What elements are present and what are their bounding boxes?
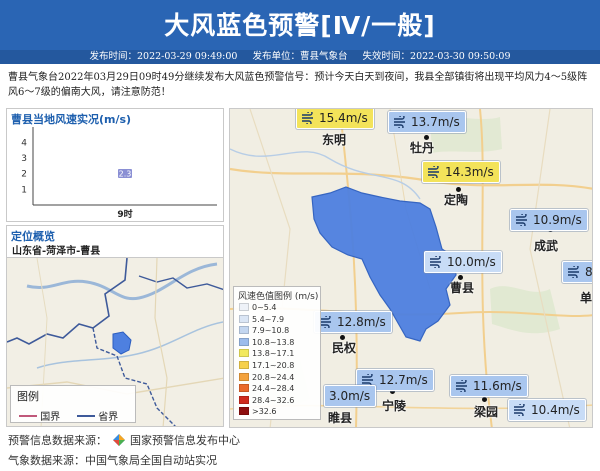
- wind-legend-row: 28.4~32.6: [239, 395, 295, 406]
- wind-legend-label: 7.9~10.8: [252, 326, 290, 336]
- wind-station-label[interactable]: 11.6m/s: [450, 375, 528, 397]
- wind-legend-row: 7.9~10.8: [239, 326, 289, 336]
- city-label-liangyuan: 梁园: [474, 405, 499, 419]
- wind-legend-swatch: [239, 349, 249, 358]
- warning-source-label: 预警信息数据来源：: [8, 434, 107, 447]
- wind-legend-label: 17.1~20.8: [252, 361, 295, 370]
- warning-description: 曹县气象台2022年03月29日09时49分继续发布大风蓝色预警信号：预计今天白…: [8, 72, 588, 98]
- warning-source: 预警信息数据来源： 国家预警信息发布中心: [8, 432, 240, 448]
- wind-legend-swatch: [239, 361, 249, 369]
- wind-station-label[interactable]: 12.8m/s: [314, 311, 392, 333]
- wind-station-label[interactable]: 8: [562, 261, 592, 283]
- wind-legend-label: 0~5.4: [252, 303, 277, 312]
- legend-item-label: 国界: [40, 412, 61, 423]
- warning-banner: 大风蓝色预警[Ⅳ/一般] 发布时间：2022-03-29 09:49:00 发布…: [0, 0, 600, 64]
- warning-meta-bar: 发布时间：2022-03-29 09:49:00 发布单位：曹县气象台 失效时间…: [0, 50, 600, 64]
- wind-legend-row: 20.8~24.4: [239, 372, 295, 383]
- wind-legend-label: 5.4~7.9: [252, 314, 285, 324]
- wind-icon: [516, 214, 527, 226]
- wind-legend-label: 13.8~17.1: [252, 349, 295, 359]
- wind-legend-row: 24.4~28.4: [239, 384, 294, 394]
- warning-title: 大风蓝色预警[Ⅳ/一般]: [164, 11, 436, 40]
- wind-icon: [568, 266, 579, 278]
- expire-time: 失效时间：2022-03-30 09:50:09: [362, 51, 511, 62]
- wind-legend-row: 17.1~20.8: [239, 361, 294, 371]
- wind-legend-row: 13.8~17.1: [239, 349, 294, 359]
- city-label-ningling: 宁陵: [382, 399, 407, 413]
- y-tick-label: 2: [21, 170, 27, 180]
- y-tick-label: 4: [21, 138, 27, 148]
- wind-icon: [514, 404, 525, 416]
- wind-icon: [394, 116, 405, 128]
- wind-legend-label: >32.6: [252, 407, 277, 417]
- wind-station-label[interactable]: 10.4m/s: [508, 399, 586, 421]
- y-tick-label: 3: [21, 154, 27, 164]
- wind-station-label[interactable]: 13.7m/s: [388, 111, 466, 133]
- wind-station-label[interactable]: 3.0m/s: [324, 385, 377, 407]
- city-label-shan: 单: [580, 291, 593, 305]
- legend-item-national-border: 国界: [19, 408, 60, 423]
- wind-legend-swatch: [239, 395, 249, 404]
- wind-icon: [302, 112, 313, 124]
- wind-legend-label: 24.4~28.4: [252, 384, 295, 394]
- nmc-logo-icon: [112, 434, 125, 446]
- wind-station-label[interactable]: 10.0m/s: [424, 251, 502, 273]
- wind-icon: [456, 380, 467, 392]
- wind-legend-row: 10.8~13.8: [239, 337, 295, 348]
- wind-icon: [428, 166, 439, 178]
- legend-item-province-border: 省界: [77, 408, 118, 423]
- city-label-dingtao: 定陶: [444, 193, 469, 207]
- warning-source-name[interactable]: 国家预警信息发布中心: [130, 434, 240, 447]
- wind-station-label[interactable]: 15.4m/s: [296, 109, 374, 129]
- bar-value-label: 2.3: [119, 170, 132, 179]
- wind-legend-row: >32.6: [239, 407, 277, 417]
- wind-legend-swatch: [239, 314, 249, 323]
- wind-speed-panel-title: 曹县当地风速实况(m/s): [11, 113, 132, 126]
- wind-legend-swatch: [239, 407, 249, 416]
- weather-source: 气象数据来源：中国气象局全国自动站实况: [8, 454, 217, 467]
- city-label-dongming: 东明: [322, 133, 347, 147]
- wind-legend-swatch: [239, 326, 249, 335]
- wind-color-legend: 风速色值图例 (m/s) 0~5.4 5.4~7.9 7.9~10.8 10.8~13…: [233, 286, 321, 420]
- province-border-line-icon: [77, 415, 95, 417]
- city-label-caoxian: 曹县: [450, 281, 475, 295]
- publisher: 发布单位：曹县气象台: [252, 51, 348, 62]
- wind-station-label[interactable]: 14.3m/s: [422, 161, 500, 183]
- city-label-suixian: 睢县: [328, 411, 353, 425]
- city-label-mudan: 牡丹: [410, 141, 435, 155]
- wind-legend-swatch: [239, 384, 249, 393]
- wind-legend-label: 10.8~13.8: [252, 337, 295, 347]
- publish-time: 发布时间：2022-03-29 09:49:00: [89, 51, 238, 62]
- wind-legend-swatch: [239, 303, 249, 311]
- wind-legend-title: 风速色值图例 (m/s): [238, 292, 319, 302]
- minimap-legend-title: 图例: [17, 390, 39, 403]
- city-dot-liangyuan: [482, 397, 487, 402]
- wind-legend-swatch: [239, 337, 249, 346]
- wind-legend-label: 20.8~24.4: [252, 372, 295, 382]
- minimap-legend: 图例 国界 省界: [10, 385, 136, 423]
- wind-speed-panel: 1 2 3 4 2.3 9时 曹县当地风速实况(m/s): [6, 108, 224, 222]
- city-label-minquan: 民权: [332, 341, 357, 355]
- wind-icon: [430, 256, 441, 268]
- location-panel: 定位概览 山东省-菏泽市-曹县: [6, 225, 224, 257]
- y-tick-label: 1: [21, 185, 27, 195]
- wind-legend-label: 28.4~32.6: [252, 395, 295, 405]
- wind-station-label[interactable]: 10.9m/s: [510, 209, 588, 231]
- wind-legend-row: 0~5.4: [239, 303, 277, 313]
- x-tick-label: 9时: [117, 208, 132, 220]
- location-path: 山东省-菏泽市-曹县: [12, 246, 101, 257]
- city-label-chengwu: 成武: [534, 239, 559, 253]
- wind-icon: [320, 316, 331, 328]
- wind-legend-swatch: [239, 372, 249, 381]
- national-border-line-icon: [19, 415, 37, 417]
- legend-item-label: 省界: [98, 412, 119, 423]
- wind-legend-row: 5.4~7.9: [239, 314, 285, 325]
